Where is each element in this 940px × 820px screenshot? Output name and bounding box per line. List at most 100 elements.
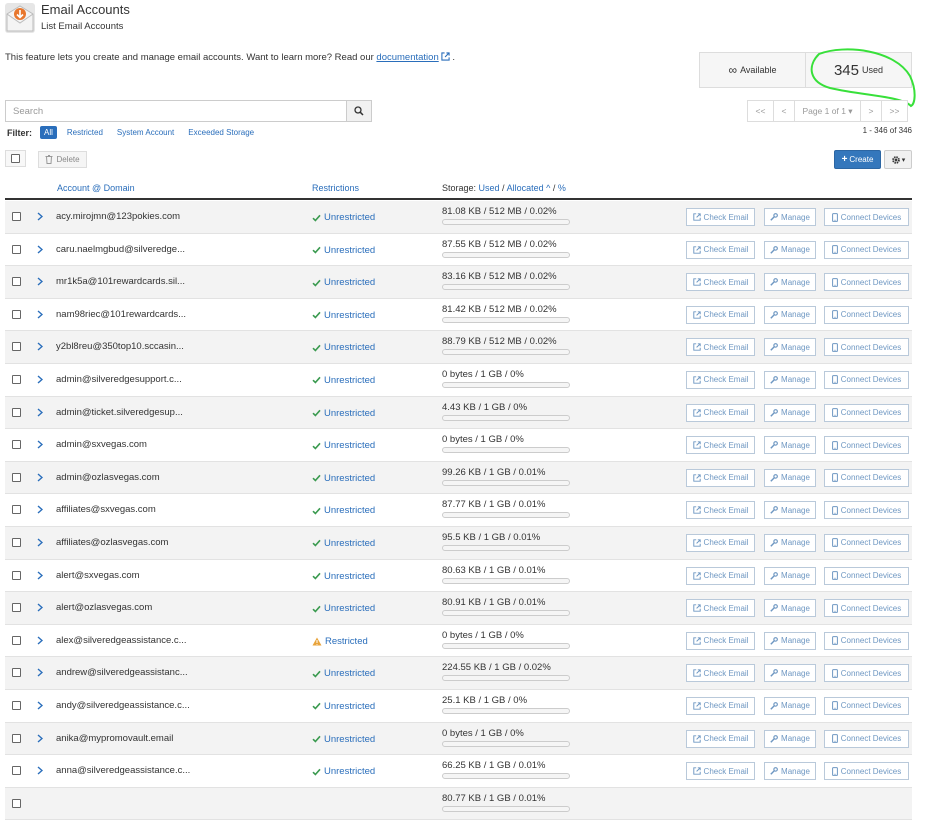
chevron-right-icon[interactable] [37, 668, 43, 677]
restriction-status[interactable]: Unrestricted [312, 766, 375, 777]
row-checkbox[interactable] [12, 310, 21, 319]
delete-button[interactable]: Delete [38, 151, 87, 168]
manage-button[interactable]: Manage [764, 567, 816, 585]
restriction-status[interactable]: Unrestricted [312, 505, 375, 516]
check-email-button[interactable]: Check Email [686, 762, 755, 780]
chevron-right-icon[interactable] [37, 766, 43, 775]
check-email-button[interactable]: Check Email [686, 599, 755, 617]
manage-button[interactable]: Manage [764, 436, 816, 454]
chevron-right-icon[interactable] [37, 505, 43, 514]
restriction-status[interactable]: Restricted [312, 636, 368, 647]
restriction-status[interactable]: Unrestricted [312, 408, 375, 419]
row-checkbox[interactable] [12, 375, 21, 384]
chevron-right-icon[interactable] [37, 734, 43, 743]
check-email-button[interactable]: Check Email [686, 567, 755, 585]
manage-button[interactable]: Manage [764, 338, 816, 356]
check-email-button[interactable]: Check Email [686, 469, 755, 487]
chevron-right-icon[interactable] [37, 603, 43, 612]
manage-button[interactable]: Manage [764, 273, 816, 291]
restriction-status[interactable]: Unrestricted [312, 212, 375, 223]
row-checkbox[interactable] [12, 799, 21, 808]
chevron-right-icon[interactable] [37, 212, 43, 221]
check-email-button[interactable]: Check Email [686, 208, 755, 226]
connect-devices-button[interactable]: Connect Devices [824, 436, 909, 454]
check-email-button[interactable]: Check Email [686, 241, 755, 259]
external-link-icon[interactable] [441, 52, 450, 64]
row-checkbox[interactable] [12, 603, 21, 612]
row-checkbox[interactable] [12, 701, 21, 710]
chevron-right-icon[interactable] [37, 440, 43, 449]
prev-page-button[interactable]: < [773, 100, 795, 122]
filter-all[interactable]: All [40, 126, 57, 139]
connect-devices-button[interactable]: Connect Devices [824, 371, 909, 389]
restriction-status[interactable]: Unrestricted [312, 734, 375, 745]
search-button[interactable] [346, 100, 372, 122]
create-button[interactable]: + Create [834, 150, 881, 169]
connect-devices-button[interactable]: Connect Devices [824, 730, 909, 748]
row-checkbox[interactable] [12, 571, 21, 580]
manage-button[interactable]: Manage [764, 632, 816, 650]
connect-devices-button[interactable]: Connect Devices [824, 501, 909, 519]
connect-devices-button[interactable]: Connect Devices [824, 273, 909, 291]
row-checkbox[interactable] [12, 277, 21, 286]
chevron-right-icon[interactable] [37, 473, 43, 482]
row-checkbox[interactable] [12, 505, 21, 514]
check-email-button[interactable]: Check Email [686, 338, 755, 356]
page-select[interactable]: Page 1 of 1 ▾ [794, 100, 861, 122]
check-email-button[interactable]: Check Email [686, 306, 755, 324]
row-checkbox[interactable] [12, 636, 21, 645]
check-email-button[interactable]: Check Email [686, 273, 755, 291]
connect-devices-button[interactable]: Connect Devices [824, 241, 909, 259]
row-checkbox[interactable] [12, 440, 21, 449]
restriction-status[interactable]: Unrestricted [312, 473, 375, 484]
restriction-status[interactable]: Unrestricted [312, 277, 375, 288]
check-email-button[interactable]: Check Email [686, 664, 755, 682]
row-checkbox[interactable] [12, 734, 21, 743]
connect-devices-button[interactable]: Connect Devices [824, 599, 909, 617]
chevron-right-icon[interactable] [37, 342, 43, 351]
sort-used-link[interactable]: Used [479, 183, 500, 193]
restriction-status[interactable]: Unrestricted [312, 310, 375, 321]
restriction-status[interactable]: Unrestricted [312, 245, 375, 256]
connect-devices-button[interactable]: Connect Devices [824, 664, 909, 682]
settings-dropdown-button[interactable]: ▾ [884, 150, 912, 169]
row-checkbox[interactable] [12, 212, 21, 221]
restriction-status[interactable]: Unrestricted [312, 668, 375, 679]
manage-button[interactable]: Manage [764, 599, 816, 617]
chevron-right-icon[interactable] [37, 701, 43, 710]
connect-devices-button[interactable]: Connect Devices [824, 208, 909, 226]
manage-button[interactable]: Manage [764, 208, 816, 226]
restriction-status[interactable]: Unrestricted [312, 440, 375, 451]
chevron-right-icon[interactable] [37, 408, 43, 417]
restriction-status[interactable]: Unrestricted [312, 375, 375, 386]
connect-devices-button[interactable]: Connect Devices [824, 534, 909, 552]
manage-button[interactable]: Manage [764, 697, 816, 715]
row-checkbox[interactable] [12, 766, 21, 775]
restriction-status[interactable]: Unrestricted [312, 571, 375, 582]
chevron-right-icon[interactable] [37, 571, 43, 580]
chevron-right-icon[interactable] [37, 636, 43, 645]
filter-exceeded-storage[interactable]: Exceeded Storage [184, 126, 258, 139]
column-restrictions[interactable]: Restrictions [312, 183, 359, 193]
check-email-button[interactable]: Check Email [686, 632, 755, 650]
check-email-button[interactable]: Check Email [686, 697, 755, 715]
select-all-checkbox[interactable] [5, 150, 26, 167]
check-email-button[interactable]: Check Email [686, 501, 755, 519]
restriction-status[interactable]: Unrestricted [312, 342, 375, 353]
connect-devices-button[interactable]: Connect Devices [824, 338, 909, 356]
manage-button[interactable]: Manage [764, 306, 816, 324]
restriction-status[interactable]: Unrestricted [312, 538, 375, 549]
row-checkbox[interactable] [12, 473, 21, 482]
last-page-button[interactable]: >> [881, 100, 908, 122]
chevron-right-icon[interactable] [37, 375, 43, 384]
connect-devices-button[interactable]: Connect Devices [824, 469, 909, 487]
manage-button[interactable]: Manage [764, 762, 816, 780]
manage-button[interactable]: Manage [764, 404, 816, 422]
first-page-button[interactable]: << [747, 100, 774, 122]
check-email-button[interactable]: Check Email [686, 730, 755, 748]
filter-system-account[interactable]: System Account [113, 126, 178, 139]
row-checkbox[interactable] [12, 668, 21, 677]
manage-button[interactable]: Manage [764, 730, 816, 748]
connect-devices-button[interactable]: Connect Devices [824, 697, 909, 715]
connect-devices-button[interactable]: Connect Devices [824, 306, 909, 324]
